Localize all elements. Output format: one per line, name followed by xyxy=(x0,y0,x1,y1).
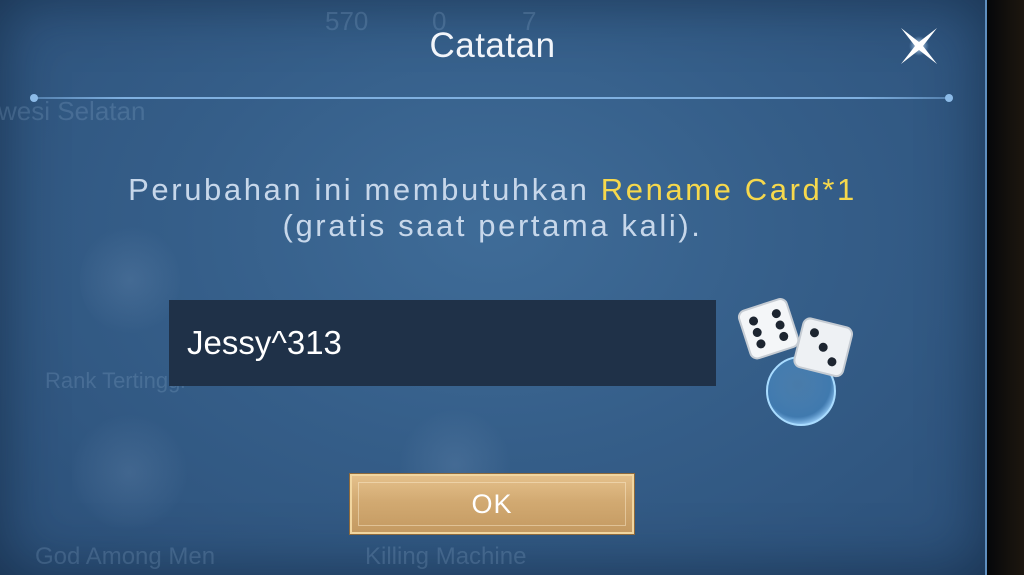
dialog-title: Catatan xyxy=(429,26,556,65)
bg-badge-2-label: God Among Men xyxy=(35,543,216,570)
title-divider xyxy=(30,94,953,102)
message-line-2: (gratis saat pertama kali). xyxy=(282,208,703,243)
rename-dialog: 570 0 7 wesi Selatan Rank Tertinggi God … xyxy=(0,0,987,575)
close-x-icon xyxy=(901,28,937,64)
message-line-1: Perubahan ini membutuhkan Rename Card*1 xyxy=(0,172,985,208)
nickname-input[interactable] xyxy=(169,300,716,386)
bg-badge-3-label: Killing Machine xyxy=(365,543,527,570)
bg-god-among-men-emblem xyxy=(72,415,187,530)
game-screen: 570 0 7 wesi Selatan Rank Tertinggi God … xyxy=(0,0,1024,575)
background-edge xyxy=(987,0,1024,575)
bg-region: wesi Selatan xyxy=(0,96,146,126)
close-button[interactable] xyxy=(893,20,945,72)
dice-icon xyxy=(737,298,854,426)
rename-message: Perubahan ini membutuhkan Rename Card*1 … xyxy=(0,172,985,244)
bg-badge-1-label: Rank Tertinggi xyxy=(45,368,186,393)
random-name-button[interactable] xyxy=(736,290,860,430)
rename-card-highlight: Rename Card*1 xyxy=(600,172,857,207)
ok-button[interactable]: OK xyxy=(350,474,634,534)
message-prefix: Perubahan ini membutuhkan xyxy=(128,172,601,207)
